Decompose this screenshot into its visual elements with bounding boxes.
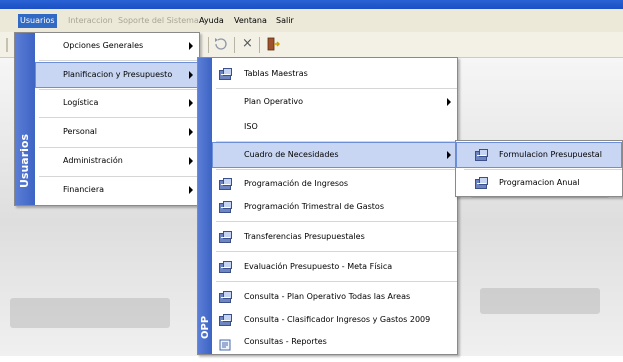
menu-item-personal[interactable]: Personal	[15, 119, 199, 145]
form-icon	[219, 314, 232, 326]
menu-bar: Usuarios Interaccion Soporte del Sistema…	[0, 9, 623, 33]
menu-separator	[216, 281, 457, 282]
toolbar-separator	[234, 37, 235, 53]
menu-salir[interactable]: Salir	[274, 14, 296, 28]
background-shape	[480, 288, 600, 314]
form-icon	[475, 149, 488, 161]
menu-item-label: Planificacion y Presupuesto	[63, 70, 173, 79]
menu-interaccion[interactable]: Interaccion	[66, 14, 115, 28]
menu-item-label: Evaluación Presupuesto - Meta Física	[244, 262, 393, 271]
menu-item-logistica[interactable]: Logística	[15, 90, 199, 116]
submenu-arrow-icon	[189, 99, 193, 107]
toolbar-separator	[208, 37, 209, 53]
menu-item-label: Formulacion Presupuestal	[499, 150, 602, 159]
menu-item-label: Transferencias Presupuestales	[244, 232, 365, 241]
form-icon	[219, 68, 232, 80]
submenu-arrow-icon	[447, 98, 451, 106]
submenu-arrow-icon	[189, 71, 193, 79]
background-shape	[10, 298, 170, 328]
menu-separator	[39, 117, 199, 118]
menu-item-planificacion-y-presupuesto[interactable]: Planificacion y Presupuesto	[35, 62, 199, 88]
form-icon	[219, 178, 232, 190]
menu-item-label: Tablas Maestras	[244, 69, 308, 78]
menu-separator	[39, 60, 199, 61]
opp-menu: OPP Tablas Maestras Plan Operativo ISO C…	[197, 57, 458, 355]
menu-ventana[interactable]: Ventana	[232, 14, 269, 28]
menu-usuarios[interactable]: Usuarios	[18, 14, 57, 28]
menu-ayuda[interactable]: Ayuda	[197, 14, 226, 28]
submenu-arrow-icon	[189, 186, 193, 194]
window-title-strip	[0, 0, 623, 9]
form-icon	[219, 291, 232, 303]
submenu-arrow-icon	[447, 151, 451, 159]
form-icon	[219, 261, 232, 273]
menu-item-label: ISO	[244, 122, 258, 131]
menu-item-evaluacion-presupuesto-meta-fisica[interactable]: Evaluación Presupuesto - Meta Física	[198, 254, 457, 280]
menu-item-label: Opciones Generales	[63, 41, 144, 50]
close-icon[interactable]: ×	[242, 36, 253, 51]
menu-item-formulacion-presupuestal[interactable]: Formulacion Presupuestal	[456, 142, 622, 168]
menu-item-programacion-anual[interactable]: Programacion Anual	[456, 170, 622, 196]
exit-icon[interactable]	[266, 37, 281, 51]
menu-item-financiera[interactable]: Financiera	[15, 177, 199, 203]
menu-item-cuadro-de-necesidades[interactable]: Cuadro de Necesidades	[212, 142, 457, 168]
menu-item-label: Consultas - Reportes	[244, 337, 327, 346]
submenu-arrow-icon	[189, 157, 193, 165]
toolbar-grip	[6, 38, 8, 52]
menu-separator	[216, 221, 457, 222]
menu-item-plan-operativo[interactable]: Plan Operativo	[198, 89, 457, 115]
menu-item-label: Cuadro de Necesidades	[244, 150, 339, 159]
report-icon	[219, 336, 231, 351]
menu-item-transferencias-presupuestales[interactable]: Transferencias Presupuestales	[198, 224, 457, 250]
menu-item-tablas-maestras[interactable]: Tablas Maestras	[198, 61, 457, 87]
menu-item-label: Administración	[63, 156, 123, 165]
submenu-arrow-icon	[189, 128, 193, 136]
submenu-arrow-icon	[189, 42, 193, 50]
menu-item-opciones-generales[interactable]: Opciones Generales	[15, 33, 199, 59]
menu-soporte-del-sistema[interactable]: Soporte del Sistema	[116, 14, 201, 28]
refresh-icon[interactable]	[214, 37, 228, 51]
menu-item-label: Financiera	[63, 185, 105, 194]
menu-item-iso[interactable]: ISO	[198, 114, 457, 140]
form-icon	[219, 201, 232, 213]
menu-item-programacion-trimestral-de-gastos[interactable]: Programación Trimestral de Gastos	[198, 194, 457, 220]
menu-item-label: Logística	[63, 98, 99, 107]
menu-item-consultas-reportes[interactable]: Consultas - Reportes	[198, 329, 457, 355]
toolbar-separator	[259, 37, 260, 53]
menu-separator	[216, 251, 457, 252]
menu-item-label: Personal	[63, 127, 98, 136]
menu-separator	[216, 169, 457, 170]
usuarios-menu: Usuarios Opciones Generales Planificacio…	[14, 32, 200, 206]
cuadro-de-necesidades-menu: Formulacion Presupuestal Programacion An…	[455, 140, 623, 197]
menu-item-label: Programación Trimestral de Gastos	[244, 202, 384, 211]
menu-item-label: Programacion Anual	[499, 178, 580, 187]
menu-item-label: Plan Operativo	[244, 97, 304, 106]
form-icon	[475, 177, 488, 189]
menu-item-administracion[interactable]: Administración	[15, 148, 199, 174]
form-icon	[219, 231, 232, 243]
